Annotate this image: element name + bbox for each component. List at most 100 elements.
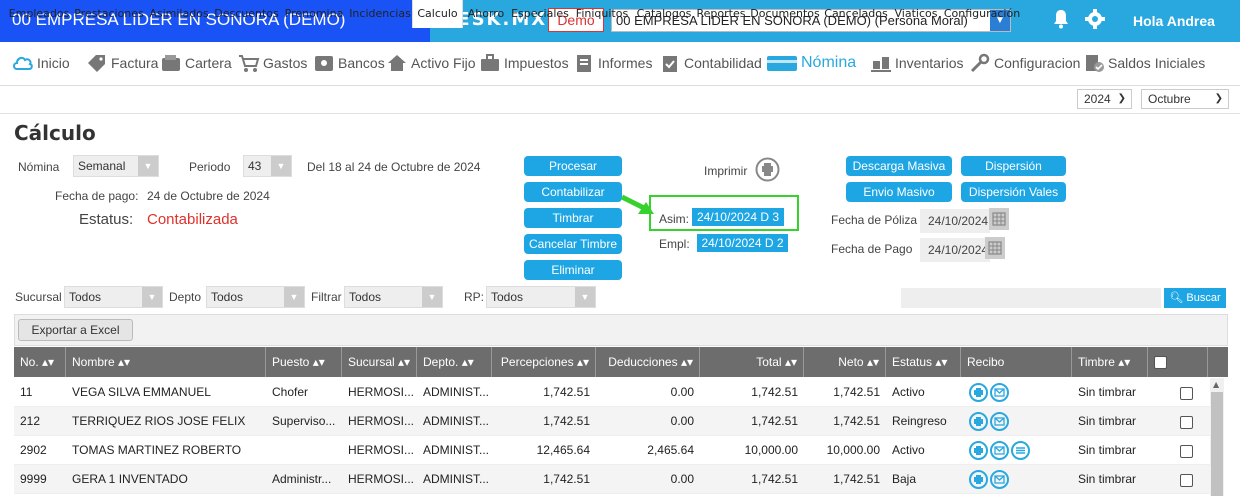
module-inventarios[interactable]: Inventarios — [870, 50, 963, 76]
asim-label: Asim: — [659, 212, 689, 226]
module-informes[interactable]: Informes — [573, 50, 652, 76]
column-header-estatus[interactable]: Estatus ▴▾ — [886, 347, 961, 377]
row-checkbox[interactable] — [1180, 474, 1193, 487]
module-nomina[interactable]: Nómina — [766, 50, 856, 76]
printer-icon[interactable] — [969, 441, 988, 461]
module-configuracion[interactable]: Configuracion — [969, 50, 1080, 76]
column-header-sucursal[interactable]: Sucursal ▴▾ — [342, 347, 417, 377]
select-all-checkbox[interactable] — [1154, 356, 1167, 369]
row-checkbox[interactable] — [1180, 387, 1193, 400]
column-header-deducciones[interactable]: Deducciones ▴▾ — [596, 347, 700, 377]
timbrar-button[interactable]: Timbrar — [524, 208, 622, 228]
tab-cancelados[interactable]: Cancelados — [823, 0, 889, 28]
user-greeting[interactable]: Hola Andrea — [1133, 0, 1215, 42]
cell-depto: ADMINIST... — [423, 443, 490, 457]
descarga-masiva-button[interactable]: Descarga Masiva — [846, 156, 952, 176]
printer-icon[interactable] — [969, 383, 988, 403]
calendar-icon[interactable] — [989, 208, 1009, 230]
sort-icon: ▴▾ — [1118, 355, 1131, 369]
tab-reportes[interactable]: Reportes — [694, 0, 748, 28]
fecha-pago-input[interactable]: 24/10/2024 — [920, 238, 990, 262]
cell-depto: ADMINIST... — [423, 472, 490, 486]
envelope-icon[interactable] — [990, 441, 1009, 461]
cloud-icon — [13, 56, 33, 70]
envio-masivo-button[interactable]: Envio Masivo — [846, 182, 952, 202]
search-input[interactable] — [901, 288, 1161, 308]
depto-select[interactable]: Todos ▼ — [206, 286, 305, 308]
table-row[interactable]: 212 TERRIQUEZ RIOS JOSE FELIX Superviso...… — [14, 407, 1210, 436]
module-activo-fijo[interactable]: Activo Fijo — [386, 50, 476, 76]
empl-poliza-badge[interactable]: 24/10/2024 D 2 — [697, 234, 788, 252]
column-header-no[interactable]: No. ▴▾ — [14, 347, 66, 377]
search-button[interactable]: 🔍︎ Buscar — [1164, 288, 1226, 308]
sucursal-select[interactable]: Todos ▼ — [64, 286, 163, 308]
tab-especiales[interactable]: Especiales — [510, 0, 570, 28]
tab-documentos[interactable]: Documentos — [749, 0, 821, 28]
tab-prestaciones[interactable]: Prestaciones — [73, 0, 145, 28]
column-header-percepciones[interactable]: Percepciones ▴▾ — [492, 347, 596, 377]
cell-sucursal: HERMOSI... — [348, 385, 415, 399]
tab-finiquitos[interactable]: Finiquitos — [572, 0, 632, 28]
column-header-depto[interactable]: Depto. ▴▾ — [417, 347, 492, 377]
nomina-select[interactable]: Semanal ▼ — [73, 155, 159, 177]
filtrar-select[interactable]: Todos ▼ — [344, 286, 443, 308]
tab-descuentos[interactable]: Descuentos — [213, 0, 280, 28]
printer-icon[interactable] — [969, 412, 988, 432]
contabilizar-button[interactable]: Contabilizar — [524, 182, 622, 202]
rp-select[interactable]: Todos ▼ — [486, 286, 596, 308]
column-header-neto[interactable]: Neto ▴▾ — [804, 347, 886, 377]
module-inicio[interactable]: Inicio — [12, 50, 70, 76]
tab-incidencias[interactable]: Incidencias — [348, 0, 412, 28]
module-saldos-iniciales[interactable]: Saldos Iniciales — [1083, 50, 1205, 76]
module-bancos[interactable]: Bancos — [313, 50, 385, 76]
periodo-select[interactable]: 43 ▼ — [243, 155, 292, 177]
table-toolbar — [14, 314, 1228, 346]
module-factura[interactable]: Factura — [86, 50, 158, 76]
scroll-up-icon[interactable]: ▲ — [1213, 380, 1219, 389]
gear-icon[interactable] — [1085, 9, 1105, 29]
cancelar-timbre-button[interactable]: Cancelar Timbre — [524, 234, 622, 254]
tab-prenomina[interactable]: Prenomina — [282, 0, 346, 28]
export-excel-button[interactable]: Exportar a Excel — [18, 319, 133, 341]
row-checkbox[interactable] — [1180, 416, 1193, 429]
table-row[interactable]: 9999 GERA 1 INVENTADO Administr... HERMOSI.… — [14, 465, 1210, 494]
cell-depto: ADMINIST... — [423, 414, 490, 428]
column-header-puesto[interactable]: Puesto ▴▾ — [266, 347, 342, 377]
module-gastos[interactable]: Gastos — [238, 50, 307, 76]
tab-catalogos[interactable]: Catalogos — [634, 0, 694, 28]
module-impuestos[interactable]: Impuestos — [479, 50, 569, 76]
row-checkbox[interactable] — [1180, 445, 1193, 458]
cell-timbre: Sin timbrar — [1078, 414, 1137, 428]
scrollbar-thumb[interactable] — [1211, 392, 1223, 496]
procesar-button[interactable]: Procesar — [524, 156, 622, 176]
year-select[interactable]: 2024 ❯ — [1077, 89, 1132, 109]
tab-calculo[interactable]: Calculo — [412, 0, 463, 28]
bell-icon[interactable] — [1052, 9, 1070, 29]
tab-empleados[interactable]: Empleados — [7, 0, 71, 28]
eliminar-button[interactable]: Eliminar — [524, 260, 622, 280]
tab-asimilados[interactable]: Asimilados — [147, 0, 211, 28]
tab-viaticos[interactable]: Viaticos — [891, 0, 941, 28]
column-header-total[interactable]: Total ▴▾ — [700, 347, 804, 377]
calendar-icon[interactable] — [985, 237, 1005, 259]
table-row[interactable]: 2902 TOMAS MARTINEZ ROBERTO HERMOSI... ADMI… — [14, 436, 1210, 465]
module-cartera[interactable]: Cartera — [160, 50, 232, 76]
envelope-icon[interactable] — [990, 470, 1009, 490]
month-select[interactable]: Octubre ❯ — [1141, 89, 1229, 109]
dispersion-button[interactable]: Dispersión — [961, 156, 1066, 176]
module-contabilidad[interactable]: Contabilidad — [659, 50, 762, 76]
column-header-nombre[interactable]: Nombre ▴▾ — [66, 347, 266, 377]
list-icon[interactable] — [1011, 441, 1030, 461]
tab-ahorro[interactable]: Ahorro — [465, 0, 507, 28]
printer-icon[interactable] — [755, 157, 780, 182]
fecha-poliza-input[interactable]: 24/10/2024 — [920, 209, 990, 233]
envelope-icon[interactable] — [990, 412, 1009, 432]
column-header-timbre[interactable]: Timbre ▴▾ — [1072, 347, 1148, 377]
envelope-icon[interactable] — [990, 383, 1009, 403]
printer-icon[interactable] — [969, 470, 988, 490]
sort-icon: ▴▾ — [576, 355, 589, 369]
tab-configuracion[interactable]: Configuración — [943, 0, 1021, 28]
asim-poliza-badge[interactable]: 24/10/2024 D 3 — [692, 208, 784, 226]
table-row[interactable]: 11 VEGA SILVA EMMANUEL Chofer HERMOSI... ADM… — [14, 378, 1210, 407]
dispersion-vales-button[interactable]: Dispersión Vales — [961, 182, 1066, 202]
